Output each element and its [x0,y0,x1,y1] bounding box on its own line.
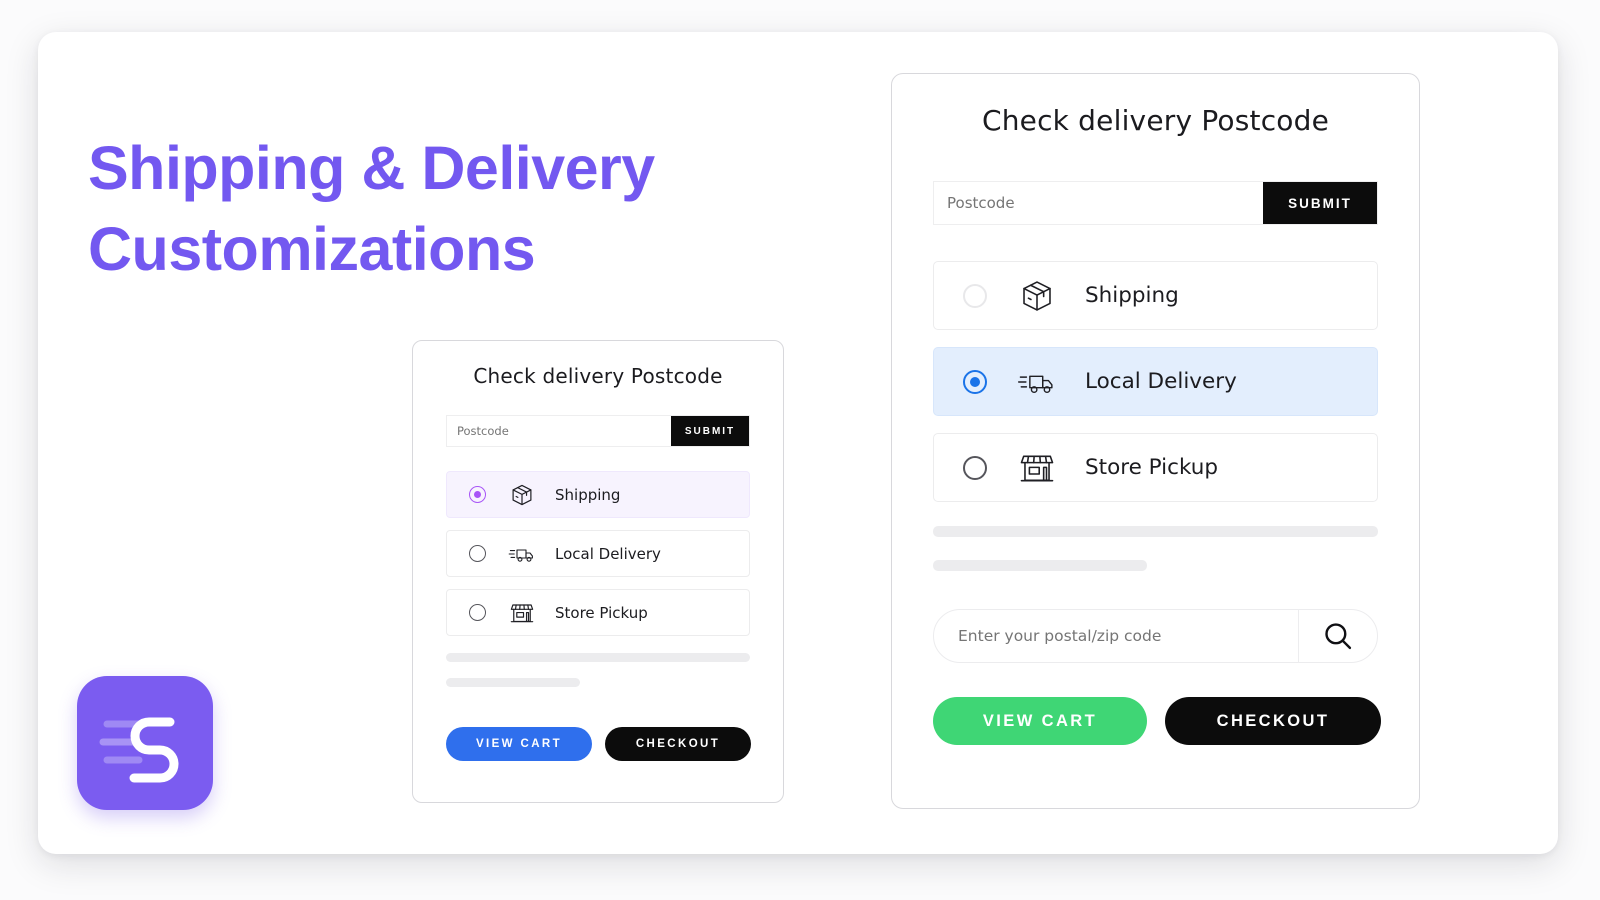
postcode-row-small: SUBMIT [446,415,750,447]
radio-store-pickup-large[interactable] [963,455,987,480]
option-label-shipping-small: Shipping [555,485,621,504]
option-row-local-delivery-small[interactable]: Local Delivery [446,530,750,577]
skeleton-line-1-large [933,526,1378,537]
brand-logo [77,676,213,810]
delivery-truck-icon [508,540,536,568]
skeleton-line-1-small [446,653,750,662]
card-title-large: Check delivery Postcode [981,104,1330,137]
storefront-icon [1017,448,1057,488]
option-label-local-delivery-large: Local Delivery [1085,369,1237,394]
option-row-shipping-large[interactable]: Shipping [933,261,1378,330]
delivery-card-large: Check delivery Postcode SUBMIT Shipping [891,73,1420,809]
page-title-line-2: Customizations [88,214,536,283]
skeleton-lines-large [933,526,1378,571]
postal-code-search-input[interactable] [934,627,1298,645]
skeleton-line-2-large [933,560,1147,571]
option-label-shipping-large: Shipping [1085,283,1179,308]
option-row-store-pickup-large[interactable]: Store Pickup [933,433,1378,502]
card-actions-large: VIEW CART CHECKOUT [933,697,1419,745]
view-cart-button-large[interactable]: VIEW CART [933,697,1147,745]
package-box-icon [508,481,536,509]
card-title-small: Check delivery Postcode [473,364,723,388]
screenshot-stage: Shipping & Delivery Customizations Check… [0,0,1600,900]
delivery-options-large: Shipping Local Delivery Store Pickup [933,261,1378,502]
postcode-input-large[interactable] [934,182,1263,224]
delivery-truck-icon [1017,362,1057,402]
storefront-icon [508,599,536,627]
skeleton-line-2-small [446,678,580,687]
option-row-local-delivery-large[interactable]: Local Delivery [933,347,1378,416]
card-actions-small: VIEW CART CHECKOUT [446,727,783,761]
radio-local-delivery-small[interactable] [469,545,486,562]
postcode-submit-button-large[interactable]: SUBMIT [1263,182,1377,224]
radio-shipping-small[interactable] [469,486,486,503]
postal-search-box [933,609,1378,663]
radio-local-delivery-large[interactable] [963,369,987,394]
logo-s-mark [99,717,179,783]
option-row-shipping-small[interactable]: Shipping [446,471,750,518]
radio-shipping-large[interactable] [963,283,987,308]
view-cart-button-small[interactable]: VIEW CART [446,727,592,761]
delivery-card-small: Check delivery Postcode SUBMIT [412,340,784,803]
option-label-store-pickup-small: Store Pickup [555,603,648,622]
option-label-store-pickup-large: Store Pickup [1085,455,1219,480]
postcode-submit-button-small[interactable]: SUBMIT [671,416,749,446]
postcode-input-small[interactable] [447,416,671,446]
delivery-options-small: Shipping Local Delivery Store Pickup [446,471,750,636]
option-row-store-pickup-small[interactable]: Store Pickup [446,589,750,636]
radio-store-pickup-small[interactable] [469,604,486,621]
search-icon[interactable] [1299,619,1377,653]
page-title-line-1: Shipping & Delivery [88,134,655,202]
package-box-icon [1017,276,1057,316]
skeleton-lines-small [446,653,750,687]
checkout-button-small[interactable]: CHECKOUT [605,727,751,761]
page-title: Shipping & Delivery Customizations [88,128,768,289]
option-label-local-delivery-small: Local Delivery [555,544,661,563]
postcode-row-large: SUBMIT [933,181,1378,225]
checkout-button-large[interactable]: CHECKOUT [1165,697,1381,745]
